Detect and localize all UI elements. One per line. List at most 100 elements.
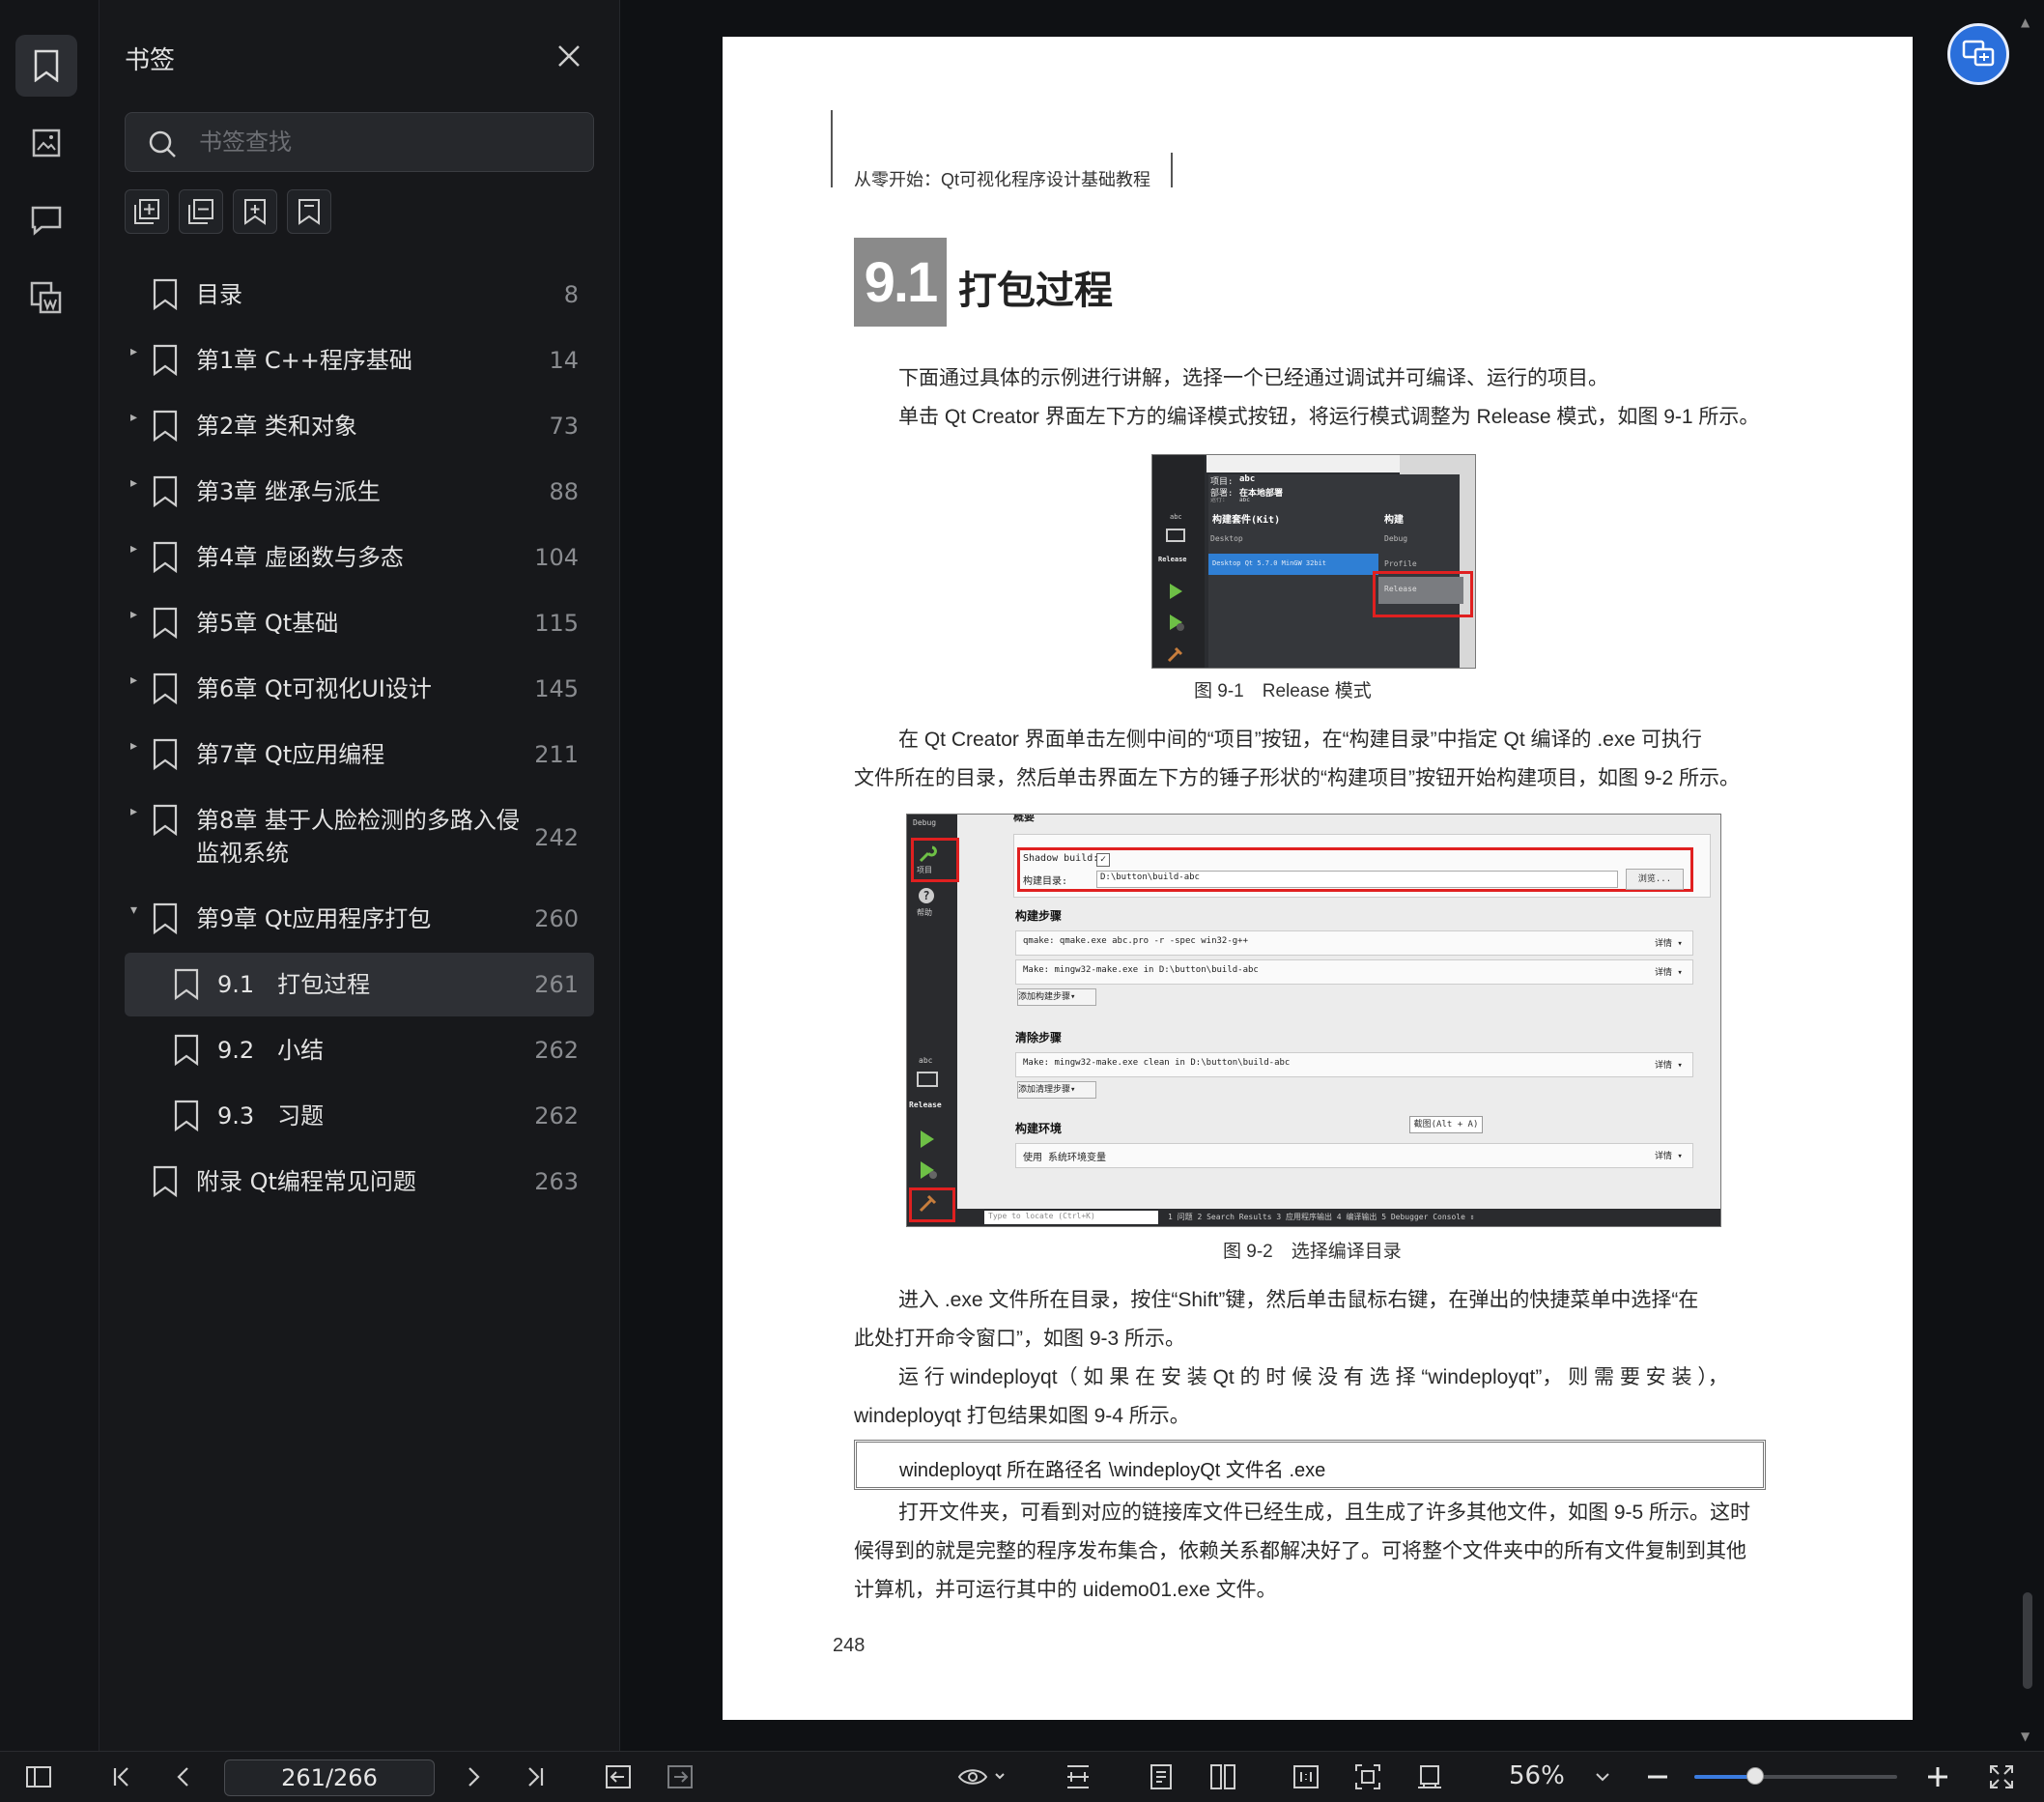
bookmark-page: 104 (534, 544, 579, 571)
fig2-add-clean-step: 添加清理步骤▾ (1017, 1081, 1096, 1099)
highlight-box (1373, 571, 1473, 617)
add-bookmark-icon[interactable] (233, 189, 277, 234)
actual-size-icon[interactable] (1287, 1752, 1325, 1802)
fig1-build-debug: Debug (1384, 534, 1408, 543)
expander-icon[interactable]: ▸ (130, 738, 137, 754)
rotate-icon[interactable] (1410, 1752, 1449, 1802)
fig2-top-label: 概要 (1013, 814, 1035, 823)
bookmark-page: 115 (534, 610, 579, 637)
go-back-icon[interactable] (599, 1752, 638, 1802)
bookmark-page: 73 (549, 413, 579, 440)
fig2-locate-field: Type to locate (Ctrl+K) (988, 1212, 1095, 1220)
build-hammer-icon (1167, 646, 1183, 663)
paragraph-line: 打开文件夹，可看到对应的链接库文件已经生成，且生成了许多其他文件，如图 9-5 … (898, 1502, 1751, 1524)
collapse-all-icon[interactable] (179, 189, 223, 234)
fit-width-icon[interactable] (1059, 1752, 1097, 1802)
fullscreen-icon[interactable] (1982, 1752, 2021, 1802)
bookmark-item[interactable]: 目录 8 (125, 263, 594, 327)
comment-panel-icon[interactable] (15, 189, 77, 251)
close-icon[interactable] (555, 43, 584, 72)
page-number-input[interactable]: 261/266 (224, 1759, 435, 1796)
fig2-build-dir-label: 构建目录: (1023, 876, 1068, 887)
section-number: 9.1 (854, 238, 947, 327)
debug-run-icon (1170, 615, 1184, 631)
bookmark-item[interactable]: 9.3 习题 262 (125, 1084, 594, 1148)
bookmark-item[interactable]: ▸ 第5章 Qt基础 115 (125, 591, 594, 655)
scroll-up-arrow[interactable]: ▲ (2021, 15, 2030, 29)
fig2-clean-steps: 清除步骤 (1015, 1031, 1063, 1044)
fig2-env-value: 使用 系统环境变量 (1023, 1153, 1107, 1163)
bookmark-page: 8 (563, 281, 579, 308)
zoom-out-icon[interactable] (1638, 1752, 1677, 1802)
pdf-page: 从零开始：Qt可视化程序设计基础教程 9.1 打包过程 下面通过具体的示例进行讲… (723, 37, 1913, 1720)
bookmark-page: 261 (534, 971, 579, 998)
bookmark-item[interactable]: ▸ 第6章 Qt可视化UI设计 145 (125, 657, 594, 721)
vertical-scrollbar-thumb[interactable] (2023, 1592, 2032, 1689)
zoom-in-icon[interactable] (1918, 1752, 1957, 1802)
fig1-run-value: abc (1239, 498, 1250, 503)
command-box: windeployqt 所在路径名 \windeployQt 文件名 .exe (854, 1440, 1766, 1490)
bookmark-panel-icon[interactable] (15, 35, 77, 97)
fig2-screenshot-hint: 截图(Alt + A) (1409, 1116, 1483, 1133)
expander-icon[interactable]: ▸ (130, 541, 137, 557)
eye-protection-icon[interactable] (949, 1752, 1016, 1802)
bookmark-item[interactable]: ▸ 第4章 虚函数与多态 104 (125, 526, 594, 589)
zoom-dropdown-icon[interactable] (1588, 1752, 1617, 1802)
zoom-slider-knob[interactable] (1746, 1767, 1764, 1785)
bookmark-item[interactable]: 附录 Qt编程常见问题 263 (125, 1150, 594, 1214)
paragraph-line: 进入 .exe 文件所在目录，按住“Shift”键，然后单击鼠标右键，在弹出的快… (898, 1289, 1699, 1311)
bookmark-item-selected[interactable]: 9.1 打包过程 261 (125, 953, 594, 1016)
bookmark-icon (153, 672, 178, 705)
bookmark-icon[interactable] (287, 189, 331, 234)
shadow-build-checkbox: ✓ (1096, 853, 1110, 867)
expander-icon[interactable]: ▸ (130, 607, 137, 622)
floating-action-button[interactable] (1947, 23, 2009, 85)
last-page-icon[interactable] (516, 1752, 554, 1802)
bookmark-item[interactable]: ▸ 第8章 基于人脸检测的多路入侵 监视系统 242 (125, 788, 594, 885)
fig1-project-value: abc (1239, 474, 1256, 484)
next-page-icon[interactable] (454, 1752, 493, 1802)
fit-page-icon[interactable] (1348, 1752, 1387, 1802)
bookmark-item[interactable]: ▸ 第7章 Qt应用编程 211 (125, 723, 594, 787)
single-page-icon[interactable] (1142, 1752, 1180, 1802)
zoom-slider[interactable] (1694, 1767, 1897, 1785)
expander-icon[interactable]: ▸ (130, 804, 137, 819)
toggle-sidebar-icon[interactable] (19, 1752, 58, 1802)
bookmark-icon (153, 475, 178, 508)
expander-icon[interactable]: ▸ (130, 344, 137, 359)
fig2-side-help: 帮助 (917, 908, 932, 917)
bookmark-sidebar: 书签 目录 8 ▸ 第1章 C++程序基础 14 ▸ 第2章 类 (99, 0, 620, 1751)
first-page-icon[interactable] (102, 1752, 141, 1802)
two-page-icon[interactable] (1204, 1752, 1242, 1802)
ocr-panel-icon[interactable] (15, 267, 77, 329)
zoom-level[interactable]: 56% (1509, 1761, 1565, 1790)
go-forward-icon[interactable] (661, 1752, 699, 1802)
expand-all-icon[interactable] (125, 189, 169, 234)
thumbnail-panel-icon[interactable] (15, 112, 77, 174)
bookmark-item[interactable]: ▸ 第3章 继承与派生 88 (125, 460, 594, 524)
bookmark-icon (153, 804, 178, 837)
bookmark-search-input[interactable] (197, 125, 578, 161)
scroll-down-arrow[interactable]: ▼ (2021, 1730, 2030, 1743)
figure-release-mode: 项目: abc 部署: 在本地部署 运行: abc 构建套件(Kit) 构建 D… (1151, 454, 1476, 669)
expander-icon[interactable]: ▸ (130, 410, 137, 425)
bookmark-icon (153, 344, 178, 377)
figure1-caption: 图 9-1 Release 模式 (1194, 681, 1372, 701)
expander-icon[interactable]: ▸ (130, 475, 137, 491)
bookmark-icon (153, 541, 178, 574)
bookmark-item[interactable]: 9.2 小结 262 (125, 1018, 594, 1082)
bookmark-label: 9.3 习题 (217, 1102, 325, 1130)
previous-page-icon[interactable] (164, 1752, 203, 1802)
bookmark-item[interactable]: ▾ 第9章 Qt应用程序打包 260 (125, 887, 594, 951)
bookmark-label: 附录 Qt编程常见问题 (196, 1168, 416, 1195)
expander-icon[interactable]: ▸ (130, 672, 137, 688)
monitor-icon (917, 1072, 938, 1087)
expander-icon[interactable]: ▾ (130, 902, 137, 918)
bookmark-icon (153, 410, 178, 443)
bookmark-item[interactable]: ▸ 第1章 C++程序基础 14 (125, 329, 594, 392)
fig2-build-steps: 构建步骤 (1015, 909, 1063, 923)
fig1-kit-selected: Desktop Qt 5.7.0 MinGW 32bit (1212, 559, 1327, 567)
bookmark-item[interactable]: ▸ 第2章 类和对象 73 (125, 394, 594, 458)
paragraph-line: 此处打开命令窗口”，如图 9-3 所示。 (854, 1328, 1186, 1350)
bookmark-label: 第2章 类和对象 (196, 413, 357, 440)
